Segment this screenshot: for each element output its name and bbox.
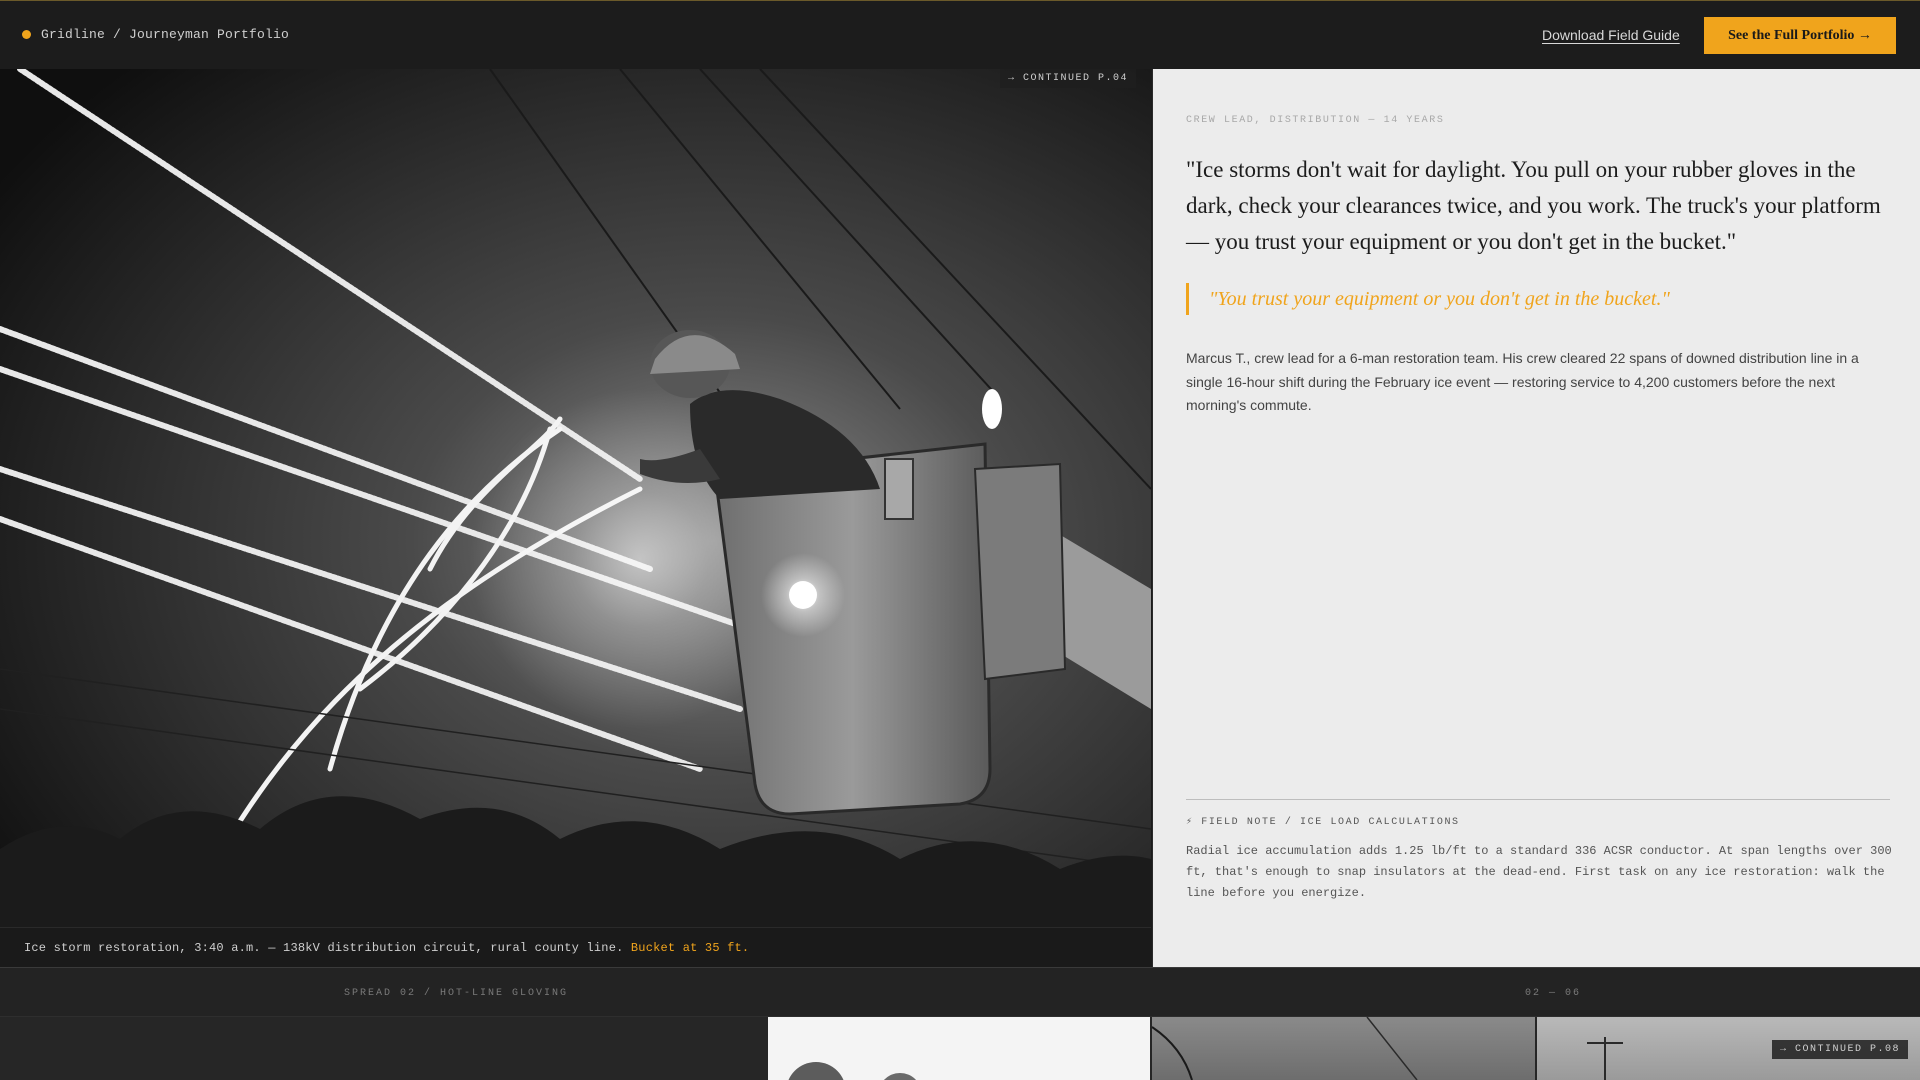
crew-kicker: CREW LEAD, DISTRIBUTION — 14 YEARS — [1186, 115, 1445, 126]
caption-bar: Ice storm restoration, 3:40 a.m. — 138kV… — [0, 927, 1151, 967]
brand[interactable]: Gridline / Journeyman Portfolio — [22, 27, 289, 42]
story-body: Marcus T., crew lead for a 6-man restora… — [1186, 350, 1859, 413]
field-note-title: ⚡ FIELD NOTE / ICE LOAD CALCULATIONS — [1186, 817, 1460, 828]
continued-tag: → CONTINUED P.04 — [1000, 69, 1137, 88]
thumbnail-1[interactable] — [768, 1017, 1150, 1080]
top-bar: Gridline / Journeyman Portfolio Download… — [0, 0, 1920, 69]
breadcrumb: Gridline / Journeyman Portfolio — [41, 27, 290, 42]
hero-photo — [0, 69, 1151, 927]
photo-caption: Ice storm restoration, 3:40 a.m. — 138kV… — [24, 941, 749, 955]
spread-label: SPREAD 02 / HOT-LINE GLOVING — [344, 988, 569, 999]
download-field-guide-link[interactable]: Download Field Guide — [1542, 27, 1680, 43]
thumbnail-2-image — [1152, 1017, 1418, 1080]
divider — [1186, 799, 1890, 800]
see-full-portfolio-button[interactable]: See the Full Portfolio → — [1704, 17, 1896, 54]
caption-text: Ice storm restoration, 3:40 a.m. — 138kV… — [24, 941, 624, 955]
thumbnail-1-image — [788, 1062, 917, 1080]
lineman-bucket-illustration — [0, 69, 1151, 927]
main-quote: "Ice storms don't wait for daylight. You… — [1186, 157, 1881, 254]
story-panel: CREW LEAD, DISTRIBUTION — 14 YEARS "Ice … — [1152, 69, 1920, 967]
spread-strip: SPREAD 02 / HOT-LINE GLOVING 02 — 06 — [0, 967, 1920, 1017]
thumbnail-continued-tag: → CONTINUED P.08 — [1772, 1040, 1909, 1059]
brand-dot-icon — [22, 30, 31, 39]
caption-highlight: Bucket at 35 ft. — [630, 941, 750, 955]
thumbnail-2[interactable] — [1152, 1017, 1535, 1080]
field-note-body: Radial ice accumulation adds 1.25 lb/ft … — [1186, 844, 1892, 900]
thumbnail-row — [0, 1017, 1920, 1080]
pull-quote: "You trust your equipment or you don't g… — [1186, 283, 1670, 315]
spread-counter: 02 — 06 — [1525, 988, 1582, 999]
